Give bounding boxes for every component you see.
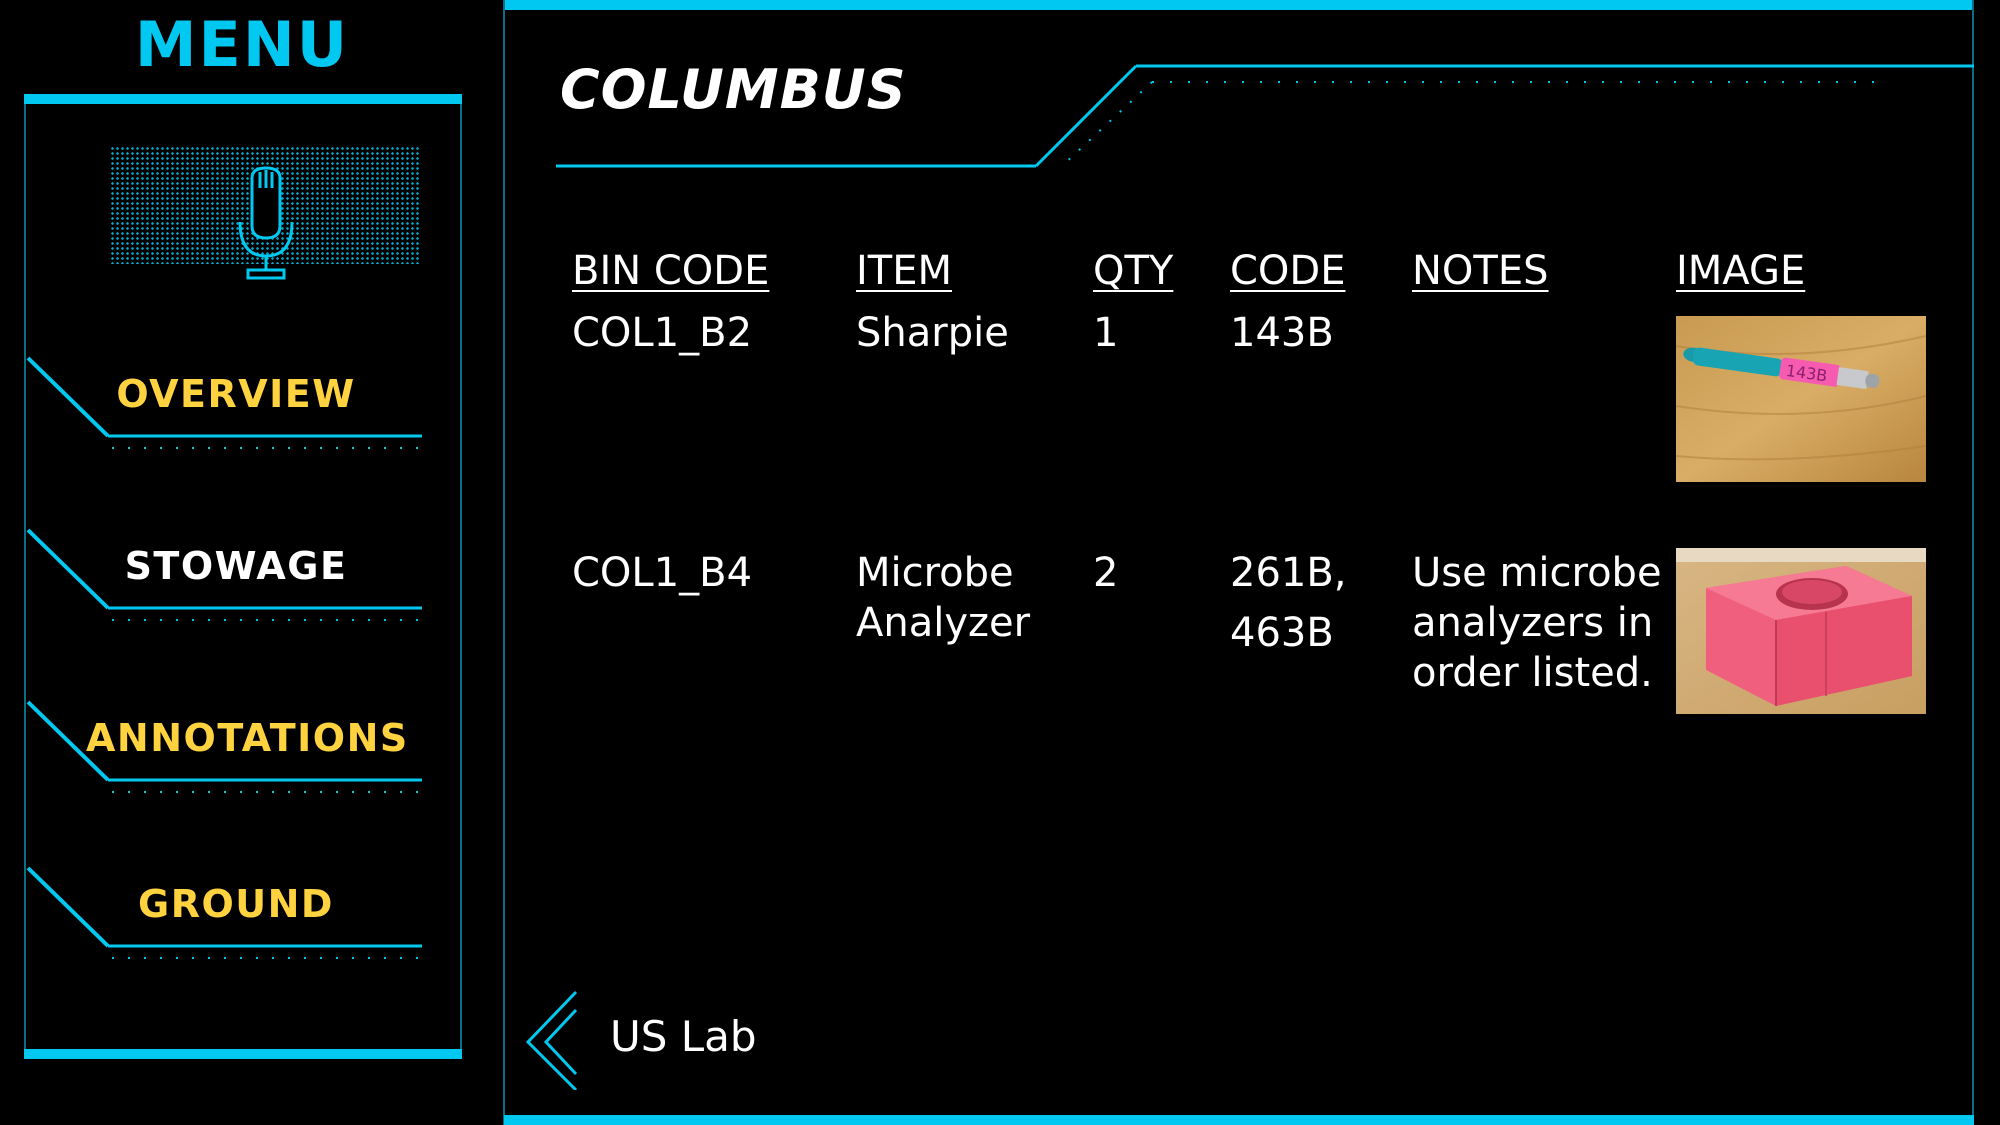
back-to-us-lab-link[interactable]: US Lab bbox=[520, 990, 800, 1090]
cell-code-line2: 463B bbox=[1230, 610, 1334, 656]
chevron-left-icon bbox=[525, 990, 578, 1090]
cell-item: Sharpie bbox=[856, 310, 1009, 356]
page-title: COLUMBUS bbox=[560, 58, 907, 121]
cell-bin-code: COL1_B4 bbox=[572, 550, 753, 596]
app-screen: MENU OVERVIEW STOWAGE ANNOTATIONS GROUND… bbox=[0, 0, 2000, 1125]
cell-notes-line1: Use microbe bbox=[1412, 550, 1662, 596]
cell-item-line1: Microbe bbox=[856, 550, 1014, 596]
main-top-bar bbox=[504, 0, 1974, 10]
column-header-notes[interactable]: NOTES bbox=[1412, 248, 1549, 294]
cell-code-line1: 261B, bbox=[1230, 550, 1347, 596]
nav-stowage[interactable]: STOWAGE bbox=[26, 526, 426, 636]
main-left-border bbox=[503, 0, 505, 1125]
sidebar-bottom-bar bbox=[24, 1049, 462, 1059]
cell-qty: 2 bbox=[1093, 550, 1119, 596]
nav-label-annotations: ANNOTATIONS bbox=[86, 716, 409, 760]
cell-code: 143B bbox=[1230, 310, 1334, 356]
cell-notes-line3: order listed. bbox=[1412, 650, 1653, 696]
cell-item-line2: Analyzer bbox=[856, 600, 1031, 646]
sidebar-top-bar bbox=[24, 94, 462, 104]
column-header-code[interactable]: CODE bbox=[1230, 248, 1346, 294]
nav-label-stowage: STOWAGE bbox=[124, 544, 348, 588]
back-link-label: US Lab bbox=[610, 1012, 757, 1061]
column-header-item[interactable]: ITEM bbox=[856, 248, 952, 294]
microphone-icon bbox=[238, 166, 294, 280]
menu-title: MENU bbox=[134, 8, 350, 81]
nav-ground[interactable]: GROUND bbox=[26, 864, 426, 974]
column-header-bin-code[interactable]: BIN CODE bbox=[572, 248, 769, 294]
sharpie-image[interactable]: 143B bbox=[1676, 316, 1926, 482]
column-header-qty[interactable]: QTY bbox=[1093, 248, 1173, 294]
cell-qty: 1 bbox=[1093, 310, 1119, 356]
main-bottom-bar bbox=[504, 1115, 1974, 1125]
nav-overview[interactable]: OVERVIEW bbox=[26, 354, 426, 464]
microbe-analyzer-image[interactable] bbox=[1676, 548, 1926, 714]
nav-label-overview: OVERVIEW bbox=[116, 372, 356, 416]
nav-annotations[interactable]: ANNOTATIONS bbox=[26, 698, 426, 808]
column-header-image[interactable]: IMAGE bbox=[1676, 248, 1805, 294]
cell-bin-code: COL1_B2 bbox=[572, 310, 753, 356]
nav-label-ground: GROUND bbox=[138, 882, 334, 926]
cell-notes-line2: analyzers in bbox=[1412, 600, 1654, 646]
